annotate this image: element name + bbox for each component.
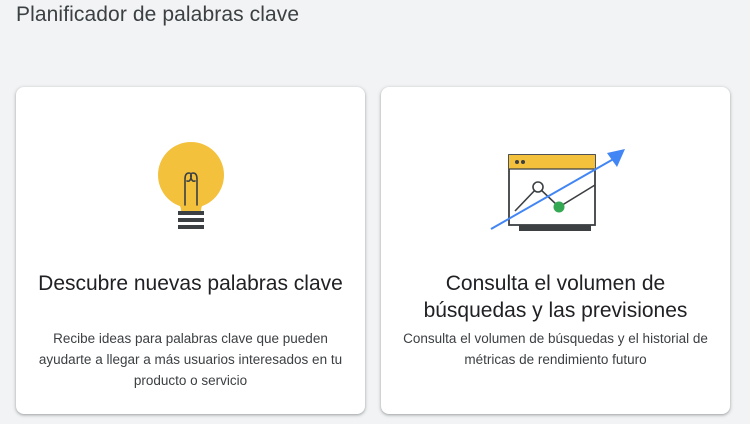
trend-chart-icon — [381, 135, 730, 245]
search-volume-card[interactable]: Consulta el volumen de búsquedas y las p… — [381, 87, 730, 414]
card-description: Recibe ideas para palabras clave que pue… — [38, 331, 343, 388]
discover-keywords-card[interactable]: Descubre nuevas palabras clave Recibe id… — [16, 87, 365, 414]
card-title: Consulta el volumen de búsquedas y las p… — [423, 272, 688, 322]
page-title: Planificador de palabras clave — [16, 3, 300, 26]
card-title: Descubre nuevas palabras clave — [38, 272, 343, 295]
lightbulb-icon — [16, 135, 365, 245]
card-description: Consulta el volumen de búsquedas y el hi… — [403, 331, 708, 367]
